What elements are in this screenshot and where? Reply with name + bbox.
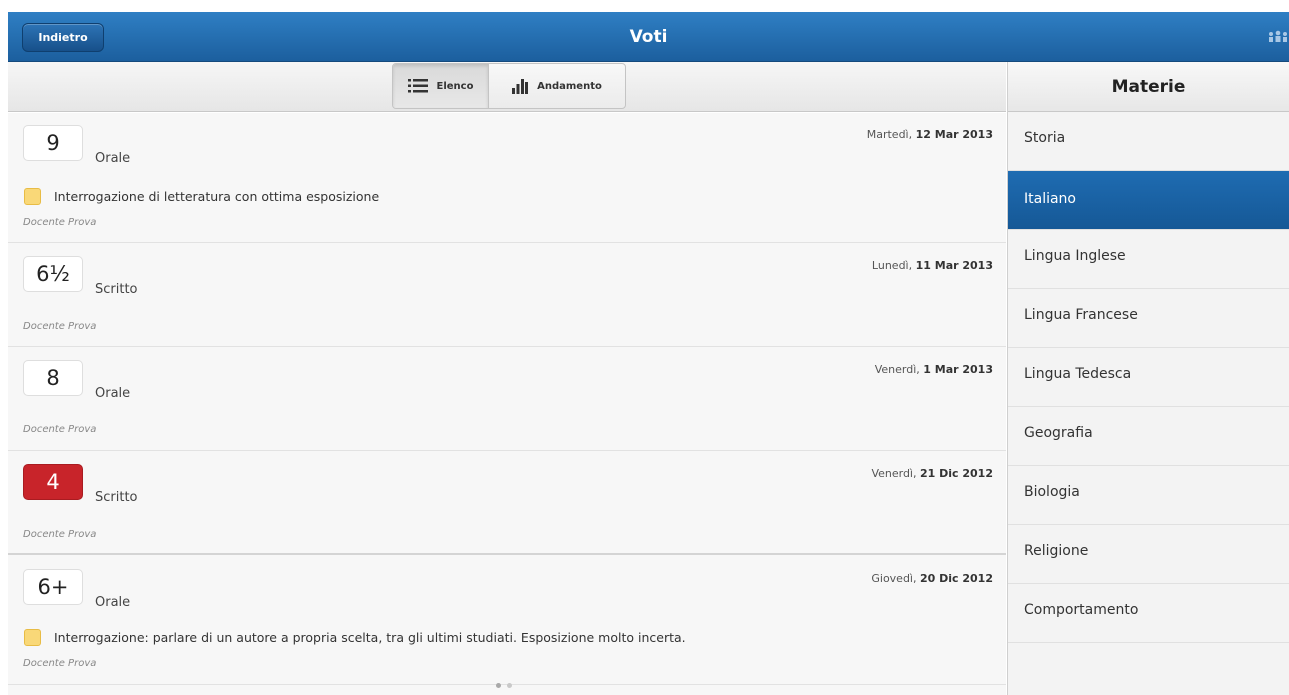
sidebar-item-lingua-inglese[interactable]: Lingua Inglese — [1008, 230, 1289, 289]
people-icon[interactable] — [1267, 29, 1289, 43]
sidebar-item-biologia[interactable]: Biologia — [1008, 466, 1289, 525]
grade-date-value: 11 Mar 2013 — [915, 259, 993, 272]
subjects-sidebar: Materie Storia Italiano Lingua Inglese L… — [1007, 62, 1289, 695]
grade-date-value: 12 Mar 2013 — [915, 128, 993, 141]
tab-andamento-label: Andamento — [537, 80, 602, 92]
grade-note: Interrogazione: parlare di un autore a p… — [54, 630, 686, 645]
sidebar-item-comportamento[interactable]: Comportamento — [1008, 584, 1289, 643]
note-icon — [24, 188, 41, 205]
grade-day: Giovedì, — [871, 572, 917, 585]
grade-type: Scritto — [95, 490, 138, 505]
teacher-name: Docente Prova — [23, 424, 97, 435]
teacher-name: Docente Prova — [23, 321, 97, 332]
grade-value: 8 — [23, 360, 83, 396]
view-toolbar: Elenco Andamento — [8, 62, 1006, 112]
grade-entry[interactable]: 8 Orale Venerdì, 1 Mar 2013 Docente Prov… — [8, 348, 1006, 451]
grade-entry[interactable]: 6½ Scritto Lunedì, 11 Mar 2013 Docente P… — [8, 244, 1006, 347]
grade-entry[interactable]: 9 Orale Martedì, 12 Mar 2013 Interrogazi… — [8, 113, 1006, 243]
grade-value: 4 — [23, 464, 83, 500]
bar-chart-icon — [512, 79, 529, 94]
sidebar-item-storia[interactable]: Storia — [1008, 112, 1289, 171]
sidebar-item-religione[interactable]: Religione — [1008, 525, 1289, 584]
teacher-name: Docente Prova — [23, 529, 97, 540]
grade-type: Scritto — [95, 282, 138, 297]
note-icon — [24, 629, 41, 646]
grade-entry[interactable]: 6+ Orale Giovedì, 20 Dic 2012 Interrogaz… — [8, 557, 1006, 685]
sidebar-item-geografia[interactable]: Geografia — [1008, 407, 1289, 466]
grade-day: Venerdì, — [871, 467, 917, 480]
tab-elenco-label: Elenco — [436, 80, 474, 92]
grade-date: Venerdì, 1 Mar 2013 — [875, 363, 993, 376]
sidebar-item-italiano[interactable]: Italiano — [1008, 171, 1289, 230]
top-bar: Indietro Voti — [8, 12, 1289, 62]
grade-value: 9 — [23, 125, 83, 161]
sidebar-item-lingua-francese[interactable]: Lingua Francese — [1008, 289, 1289, 348]
grade-date-value: 21 Dic 2012 — [919, 467, 993, 480]
teacher-name: Docente Prova — [23, 217, 97, 228]
grade-date: Giovedì, 20 Dic 2012 — [871, 572, 993, 585]
list-icon — [407, 79, 428, 93]
grade-type: Orale — [95, 386, 131, 401]
grade-date-value: 1 Mar 2013 — [923, 363, 993, 376]
grade-day: Martedì, — [866, 128, 913, 141]
page-dot — [496, 683, 501, 688]
back-button-label: Indietro — [38, 31, 88, 44]
tab-andamento[interactable]: Andamento — [489, 64, 625, 108]
grade-type: Orale — [95, 595, 131, 610]
sidebar-title: Materie — [1008, 62, 1289, 112]
grade-day: Lunedì, — [871, 259, 913, 272]
grade-note: Interrogazione di letteratura con ottima… — [54, 189, 380, 204]
grades-list: 9 Orale Martedì, 12 Mar 2013 Interrogazi… — [8, 113, 1006, 695]
grade-day: Venerdì, — [874, 363, 920, 376]
grade-date: Venerdì, 21 Dic 2012 — [871, 467, 993, 480]
teacher-name: Docente Prova — [23, 658, 97, 669]
page-indicator — [496, 683, 512, 688]
grade-date: Martedì, 12 Mar 2013 — [867, 128, 993, 141]
grade-value: 6+ — [23, 569, 83, 605]
sidebar-item-lingua-tedesca[interactable]: Lingua Tedesca — [1008, 348, 1289, 407]
grade-type: Orale — [95, 151, 131, 166]
page-title: Voti — [629, 27, 668, 47]
grade-entry[interactable]: 4 Scritto Venerdì, 21 Dic 2012 Docente P… — [8, 452, 1006, 555]
tab-elenco[interactable]: Elenco — [393, 64, 489, 108]
page-dot — [507, 683, 512, 688]
grade-date-value: 20 Dic 2012 — [919, 572, 993, 585]
view-switcher: Elenco Andamento — [392, 63, 626, 109]
grade-value: 6½ — [23, 256, 83, 292]
grade-date: Lunedì, 11 Mar 2013 — [872, 259, 993, 272]
